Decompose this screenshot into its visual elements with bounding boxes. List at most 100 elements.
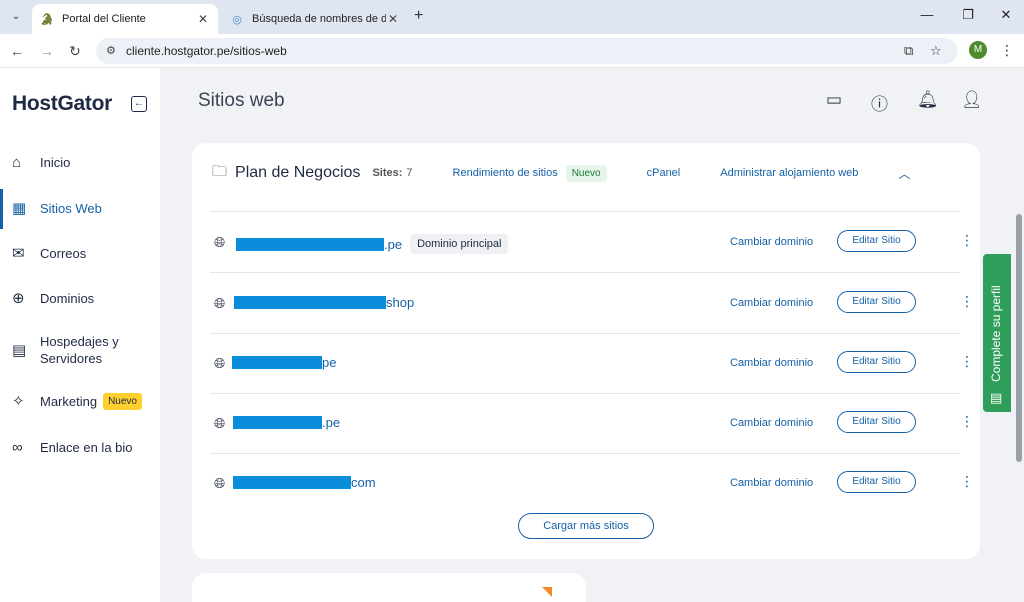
globe-icon: 🌐︎ <box>214 475 226 491</box>
cpanel-link[interactable]: cPanel <box>647 167 681 179</box>
browser-tab-bar: ⌄ 🐊 Portal del Cliente ✕ ◎ Búsqueda de n… <box>0 0 1024 34</box>
change-domain-link[interactable]: Cambiar dominio <box>730 357 813 369</box>
reload-icon[interactable]: ↻ <box>66 42 84 60</box>
change-domain-link[interactable]: Cambiar dominio <box>730 417 813 429</box>
domain-suffix: shop <box>386 295 415 310</box>
globe-icon: 🌐︎ <box>214 355 226 371</box>
domain-favicon-icon: ◎ <box>232 13 242 26</box>
site-row: 🌐︎ shop Cambiar dominio Editar Sitio ⋮ <box>210 273 974 333</box>
site-row: 🌐︎ com Cambiar dominio Editar Sitio ⋮ <box>210 453 974 513</box>
close-tab-icon[interactable]: ✕ <box>196 12 210 26</box>
complete-profile-label: Complete su perfil <box>989 285 1003 382</box>
sidebar-item-label: Inicio <box>40 155 71 170</box>
server-icon: ▤ <box>12 342 27 359</box>
primary-domain-badge: Dominio principal <box>410 234 509 254</box>
sites-count: 7 <box>406 167 413 179</box>
sidebar: HostGator ← ⌂ Inicio ▦ Sitios Web ✉ Corr… <box>0 68 160 602</box>
site-domain[interactable]: .pe <box>233 415 340 430</box>
hostgator-favicon-icon: 🐊 <box>40 13 54 26</box>
bell-icon[interactable]: 🔔︎ <box>917 90 939 110</box>
redacted-block <box>232 356 322 369</box>
change-domain-link[interactable]: Cambiar dominio <box>730 297 813 309</box>
browser-menu-icon[interactable]: ⋮ <box>1000 42 1014 59</box>
close-tab-icon[interactable]: ✕ <box>386 12 400 26</box>
edit-site-button[interactable]: Editar Sitio <box>837 411 916 433</box>
sidebar-item-enlace-bio[interactable]: ∞ Enlace en la bio <box>0 439 160 456</box>
sidebar-item-hospedajes[interactable]: ▤ Hospedajes y Servidores <box>0 333 160 367</box>
minimize-icon[interactable]: — <box>917 7 937 22</box>
page-title: Sitios web <box>198 90 285 111</box>
plan-header: 🗀 Plan de Negocios Sites: 7 Rendimiento … <box>212 161 960 185</box>
edit-site-button[interactable]: Editar Sitio <box>837 471 916 493</box>
site-row: 🌐︎ pe Cambiar dominio Editar Sitio ⋮ <box>210 333 974 393</box>
scrollbar-thumb[interactable] <box>1016 214 1022 462</box>
sidebar-item-label-line2: Servidores <box>40 351 103 366</box>
sidebar-item-correos[interactable]: ✉ Correos <box>0 244 160 262</box>
sparkle-icon: ✧ <box>12 393 25 410</box>
sidebar-item-sitios-web[interactable]: ▦ Sitios Web <box>0 189 160 229</box>
sidebar-item-marketing[interactable]: ✧ Marketing Nuevo <box>0 392 160 410</box>
sidebar-item-dominios[interactable]: ⊕ Dominios <box>0 289 160 307</box>
url-text[interactable]: cliente.hostgator.pe/sitios-web <box>126 44 287 58</box>
main-content: Sitios web ▭ ⓘ 🔔︎ 👤︎ 🗀 Plan de Negocios … <box>160 68 1014 602</box>
profile-avatar[interactable]: M <box>969 41 987 59</box>
plan-name: Plan de Negocios <box>235 164 361 181</box>
install-app-icon[interactable]: ⧉ <box>904 43 913 59</box>
site-domain[interactable]: shop <box>234 295 414 310</box>
complete-profile-tab[interactable]: Complete su perfil ▤ <box>983 254 1011 412</box>
restore-icon[interactable]: ❐ <box>958 7 978 23</box>
chat-icon: ▤ <box>990 390 1003 405</box>
forward-arrow-icon[interactable]: → <box>38 42 56 60</box>
back-arrow-icon[interactable]: ← <box>8 42 26 60</box>
secondary-card <box>192 573 586 602</box>
load-more-sites-button[interactable]: Cargar más sitios <box>518 513 654 539</box>
more-options-icon[interactable]: ⋮ <box>960 413 974 430</box>
tab-portal-del-cliente[interactable]: 🐊 Portal del Cliente ✕ <box>32 4 218 34</box>
redacted-block <box>234 296 386 309</box>
collapse-sidebar-icon[interactable]: ← <box>131 96 147 112</box>
link-icon: ∞ <box>12 439 23 456</box>
address-bar[interactable]: ⚙ cliente.hostgator.pe/sitios-web ⧉ ☆ <box>96 38 958 64</box>
tab-title: Búsqueda de nombres de dom <box>252 13 386 25</box>
more-options-icon[interactable]: ⋮ <box>960 473 974 490</box>
change-domain-link[interactable]: Cambiar dominio <box>730 477 813 489</box>
site-domain[interactable]: com <box>233 475 376 490</box>
sites-label: Sites: <box>372 167 403 179</box>
redacted-block <box>236 237 384 251</box>
tab-search-chevron-icon[interactable]: ⌄ <box>6 6 26 26</box>
new-badge: Nuevo <box>565 164 607 182</box>
edit-site-button[interactable]: Editar Sitio <box>837 291 916 313</box>
domain-suffix: .pe <box>322 415 341 430</box>
globe-icon: 🌐︎ <box>214 234 226 250</box>
tab-busqueda-dominios[interactable]: ◎ Búsqueda de nombres de dom ✕ <box>222 4 408 34</box>
chevron-up-icon[interactable]: ︿ <box>898 165 910 182</box>
site-performance-link[interactable]: Rendimiento de sitios <box>453 167 558 179</box>
site-domain[interactable]: pe <box>232 355 336 370</box>
site-domain[interactable]: .pe Dominio principal <box>236 234 509 254</box>
new-tab-plus-icon[interactable]: + <box>414 7 423 25</box>
hostgator-logo[interactable]: HostGator <box>12 92 112 116</box>
domain-suffix: com <box>351 475 376 490</box>
edit-site-button[interactable]: Editar Sitio <box>837 230 916 252</box>
edit-site-button[interactable]: Editar Sitio <box>837 351 916 373</box>
close-window-icon[interactable]: ✕ <box>996 7 1016 23</box>
sidebar-item-inicio[interactable]: ⌂ Inicio <box>0 154 160 171</box>
tab-title: Portal del Cliente <box>62 13 146 25</box>
change-domain-link[interactable]: Cambiar dominio <box>730 236 813 248</box>
mail-icon: ✉ <box>12 245 25 262</box>
user-icon[interactable]: 👤︎ <box>961 90 983 110</box>
bookmark-star-icon[interactable]: ☆ <box>930 43 942 59</box>
more-options-icon[interactable]: ⋮ <box>960 353 974 370</box>
manage-hosting-link[interactable]: Administrar alojamiento web <box>720 167 858 179</box>
site-settings-icon[interactable]: ⚙ <box>106 44 116 57</box>
site-row: 🌐︎ .pe Cambiar dominio Editar Sitio ⋮ <box>210 393 974 453</box>
redacted-block <box>233 476 351 489</box>
domain-suffix: pe <box>322 355 337 370</box>
page-scrollbar[interactable] <box>1014 68 1024 602</box>
sidebar-item-label: Marketing <box>40 393 98 409</box>
domain-suffix: .pe <box>384 236 403 252</box>
more-options-icon[interactable]: ⋮ <box>960 232 974 249</box>
more-options-icon[interactable]: ⋮ <box>960 293 974 310</box>
billing-card-icon[interactable]: ▭ <box>826 90 842 110</box>
help-icon[interactable]: ⓘ <box>871 90 888 115</box>
